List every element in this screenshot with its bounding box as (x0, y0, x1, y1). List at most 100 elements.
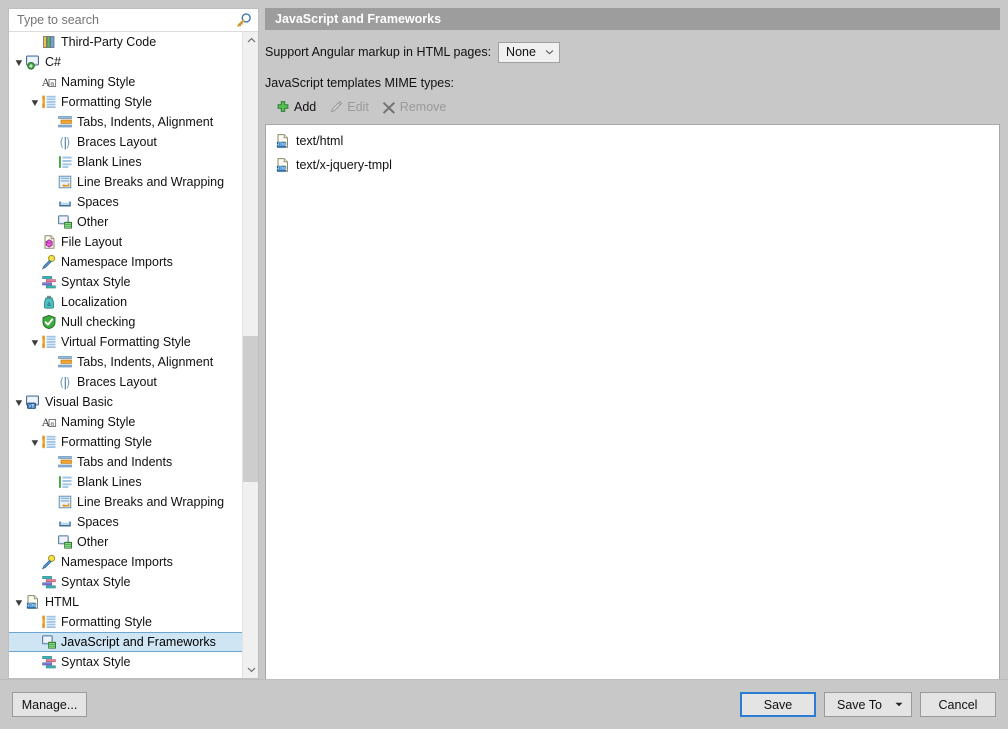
tree-expander-icon[interactable] (29, 92, 41, 112)
svg-text:HTML: HTML (26, 603, 38, 608)
tree-item[interactable]: Formatting Style (9, 432, 242, 452)
tree-item[interactable]: File Layout (9, 232, 242, 252)
tree-twisty-placeholder (29, 232, 41, 252)
angular-support-value: None (506, 45, 536, 59)
tree-twisty-placeholder (45, 472, 57, 492)
tree-item[interactable]: # C# (9, 52, 242, 72)
tree-item[interactable]: Tabs, Indents, Alignment (9, 352, 242, 372)
settings-tree[interactable]: Third-Party Code # C# Aa Naming Style Formatt… (9, 32, 242, 678)
save-to-label: Save To (837, 697, 882, 712)
plus-icon (275, 99, 291, 115)
tree-item[interactable]: (|) Braces Layout (9, 132, 242, 152)
tree-item[interactable]: Formatting Style (9, 612, 242, 632)
formatting-style-icon (41, 94, 57, 110)
tree-item-label: Other (77, 215, 109, 229)
tree-twisty-placeholder (45, 112, 57, 132)
tree-item[interactable]: Tabs and Indents (9, 452, 242, 472)
add-button[interactable]: Add (273, 97, 322, 117)
tree-item[interactable]: HTML HTML (9, 592, 242, 612)
pencil-icon (328, 99, 344, 115)
search-input[interactable] (9, 9, 258, 31)
list-item[interactable]: HTML text/html (266, 129, 999, 153)
tree-item[interactable]: Third-Party Code (9, 32, 242, 52)
tree-expander-icon[interactable] (29, 332, 41, 352)
tree-expander-icon[interactable] (13, 52, 25, 72)
syntax-style-icon (41, 654, 57, 670)
naming-style-icon: Aa (41, 74, 57, 90)
tree-item[interactable]: Namespace Imports (9, 552, 242, 572)
tree-twisty-placeholder (29, 292, 41, 312)
tree-scrollbar[interactable] (242, 32, 258, 678)
tree-item[interactable]: Syntax Style (9, 652, 242, 672)
save-button[interactable]: Save (740, 692, 816, 717)
list-item-label: text/html (296, 134, 344, 148)
tree-item-label: Blank Lines (77, 475, 142, 489)
html-file-icon: HTML (275, 133, 291, 149)
spaces-icon (57, 514, 73, 530)
tree-item-selected[interactable]: JavaScript and Frameworks (9, 632, 242, 652)
tree-item[interactable]: Virtual Formatting Style (9, 332, 242, 352)
mime-types-list[interactable]: HTML text/html HTML text/x-jquery-tmpl (265, 124, 1000, 686)
tree-twisty-placeholder (29, 32, 41, 52)
tree-item[interactable]: Namespace Imports (9, 252, 242, 272)
namespace-imports-icon (41, 554, 57, 570)
html-icon: HTML (25, 594, 41, 610)
tree-item[interactable]: Syntax Style (9, 572, 242, 592)
tree-item[interactable]: Tabs, Indents, Alignment (9, 112, 242, 132)
chevron-down-icon (895, 701, 903, 709)
scrollbar-thumb[interactable] (243, 336, 258, 482)
scroll-down-arrow[interactable] (243, 661, 258, 678)
cancel-button[interactable]: Cancel (920, 692, 996, 717)
tree-item-label: Tabs and Indents (77, 455, 173, 469)
tree-expander-icon[interactable] (29, 432, 41, 452)
tree-item[interactable]: Formatting Style (9, 92, 242, 112)
remove-button[interactable]: Remove (379, 97, 453, 117)
tree-item[interactable]: Null checking (9, 312, 242, 332)
tree-expander-icon[interactable] (13, 392, 25, 412)
search-icon[interactable] (236, 12, 252, 28)
braces-layout-icon: (|) (57, 374, 73, 390)
tree-item-label: Naming Style (61, 415, 136, 429)
tree-item[interactable]: a Localization (9, 292, 242, 312)
tree-twisty-placeholder (29, 312, 41, 332)
tree-item[interactable]: Line Breaks and Wrapping (9, 172, 242, 192)
panel-header: JavaScript and Frameworks (265, 8, 1000, 30)
tree-scroll-area: Third-Party Code # C# Aa Naming Style Formatt… (9, 32, 258, 678)
syntax-style-icon (41, 574, 57, 590)
formatting-style-icon (41, 334, 57, 350)
tree-item[interactable]: Blank Lines (9, 152, 242, 172)
tree-item[interactable]: Other (9, 532, 242, 552)
tree-item[interactable]: Syntax Style (9, 272, 242, 292)
tree-item[interactable]: Line Breaks and Wrapping (9, 492, 242, 512)
other-icon (57, 214, 73, 230)
tree-item[interactable]: Aa Naming Style (9, 72, 242, 92)
namespace-imports-icon (41, 254, 57, 270)
dialog-footer: Manage... Save Save To Cancel (0, 679, 1008, 729)
tree-twisty-placeholder (45, 452, 57, 472)
tree-expander-icon[interactable] (13, 592, 25, 612)
list-item[interactable]: HTML text/x-jquery-tmpl (266, 153, 999, 177)
tree-item-label: Formatting Style (61, 615, 153, 629)
formatting-style-icon (41, 434, 57, 450)
localization-icon: a (41, 294, 57, 310)
cross-icon (381, 99, 397, 115)
scroll-up-arrow[interactable] (243, 32, 258, 49)
tree-item[interactable]: VB Visual Basic (9, 392, 242, 412)
other-icon (57, 534, 73, 550)
tree-item[interactable]: Blank Lines (9, 472, 242, 492)
tree-item[interactable]: Aa Naming Style (9, 412, 242, 432)
save-to-button[interactable]: Save To (824, 692, 912, 717)
tree-item[interactable]: Other (9, 212, 242, 232)
tree-item-label: Syntax Style (61, 655, 131, 669)
manage-button[interactable]: Manage... (12, 692, 87, 717)
tree-item[interactable]: (|) Braces Layout (9, 372, 242, 392)
tree-item[interactable]: Spaces (9, 192, 242, 212)
angular-support-dropdown[interactable]: None (498, 41, 561, 63)
svg-text:a: a (47, 301, 51, 308)
tree-item-label: File Layout (61, 235, 123, 249)
dialog-body: Third-Party Code # C# Aa Naming Style Formatt… (0, 0, 1008, 686)
tree-item[interactable]: Spaces (9, 512, 242, 532)
edit-button[interactable]: Edit (326, 97, 375, 117)
svg-text:): ) (66, 375, 71, 389)
tree-item-label: Third-Party Code (61, 35, 157, 49)
